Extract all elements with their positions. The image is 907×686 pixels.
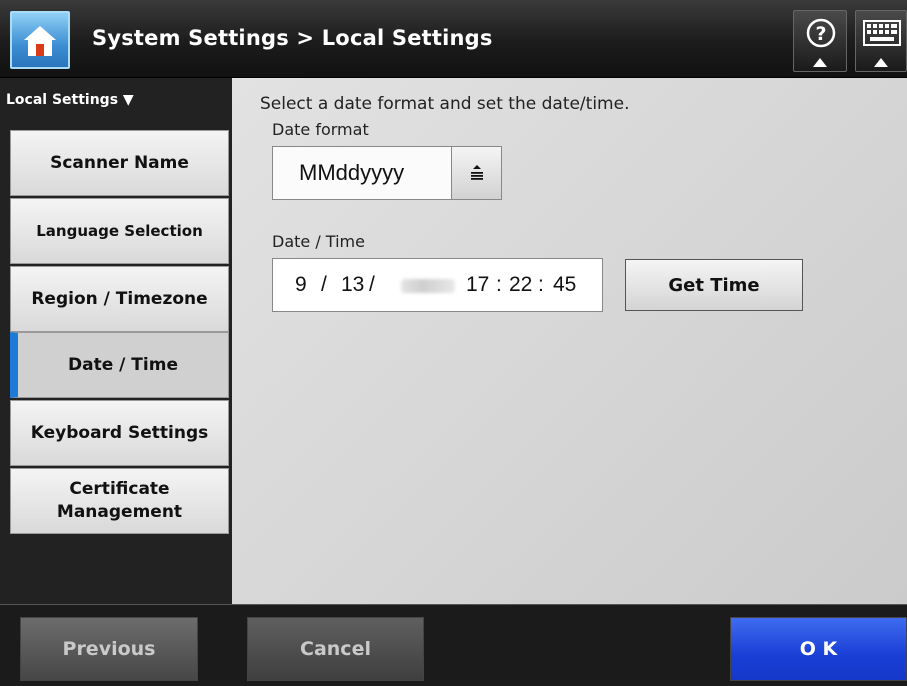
time-separator: : — [538, 273, 544, 296]
title-bar: System Settings > Local Settings ? — [0, 0, 907, 78]
hour-field[interactable]: 17 — [466, 273, 489, 297]
month-field[interactable]: 9 — [295, 273, 307, 297]
dropdown-button[interactable] — [451, 147, 501, 199]
dropdown-list-icon — [470, 165, 483, 180]
minute-field[interactable]: 22 — [509, 273, 532, 297]
date-format-value: MMddyyyy — [299, 160, 405, 185]
date-separator: / — [321, 273, 327, 296]
footer-bar: Previous Cancel O K — [0, 604, 907, 686]
keyboard-icon — [863, 20, 901, 46]
date-format-label: Date format — [272, 120, 369, 139]
home-icon — [24, 26, 56, 56]
second-field[interactable]: 45 — [553, 273, 576, 297]
sidebar: Local Settings ▼ Scanner Name Language S… — [0, 78, 232, 604]
sidebar-item-scanner-name[interactable]: Scanner Name — [10, 130, 229, 196]
sidebar-item-date-time[interactable]: Date / Time — [10, 332, 229, 398]
main-panel: Select a date format and set the date/ti… — [232, 78, 907, 604]
cancel-button[interactable]: Cancel — [247, 617, 424, 681]
expand-up-icon — [874, 58, 888, 67]
get-time-button[interactable]: Get Time — [625, 259, 803, 311]
home-button[interactable] — [10, 11, 70, 69]
page-title: System Settings > Local Settings — [92, 26, 493, 50]
date-format-select[interactable]: MMddyyyy — [272, 146, 502, 200]
datetime-label: Date / Time — [272, 232, 365, 251]
expand-up-icon — [813, 58, 827, 67]
svg-text:?: ? — [815, 23, 826, 45]
help-button[interactable]: ? — [793, 10, 847, 72]
sidebar-item-region-timezone[interactable]: Region / Timezone — [10, 266, 229, 332]
instruction-text: Select a date format and set the date/ti… — [260, 94, 630, 114]
time-separator: : — [496, 273, 502, 296]
day-field[interactable]: 13 — [341, 273, 364, 297]
sidebar-title[interactable]: Local Settings ▼ — [6, 92, 134, 108]
year-field-redacted[interactable] — [401, 279, 455, 293]
ok-button[interactable]: O K — [730, 617, 907, 681]
sidebar-item-language-selection[interactable]: Language Selection — [10, 198, 229, 264]
sidebar-item-keyboard-settings[interactable]: Keyboard Settings — [10, 400, 229, 466]
sidebar-item-certificate-management[interactable]: Certificate Management — [10, 468, 229, 534]
previous-button[interactable]: Previous — [20, 617, 198, 681]
datetime-field[interactable]: 9 / 13 / 17 : 22 : 45 — [272, 258, 603, 312]
date-separator: / — [369, 273, 375, 296]
keyboard-button[interactable] — [855, 10, 907, 72]
help-icon: ? — [806, 18, 836, 48]
